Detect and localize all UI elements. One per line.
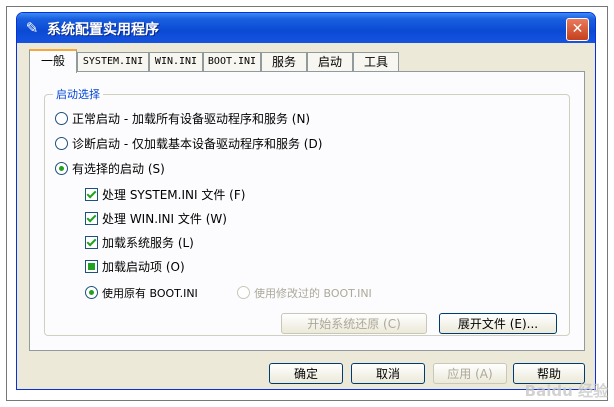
load-startup-items-checkbox[interactable]: 加载启动项 (O) [85,259,185,275]
load-services-label: 加载系统服务 (L) [102,236,194,250]
radio-indicator[interactable] [55,162,68,175]
process-system-ini-checkbox[interactable]: 处理 SYSTEM.INI 文件 (F) [85,187,245,203]
normal-startup-radio[interactable]: 正常启动 - 加载所有设备驱动程序和服务 (N) [55,111,310,127]
selective-startup-radio[interactable]: 有选择的启动 (S) [55,161,165,177]
tab-services[interactable]: 服务 [261,52,307,71]
expand-file-button[interactable]: 展开文件 (E)... [439,313,557,334]
group-label: 启动选择 [53,86,103,102]
tab-tools[interactable]: 工具 [353,52,399,71]
checkbox-indicator[interactable] [85,188,98,201]
tab-win-ini[interactable]: WIN.INI [149,52,203,71]
use-original-boot-ini-label: 使用原有 BOOT.INI [102,287,198,300]
selective-startup-label: 有选择的启动 (S) [72,162,165,176]
process-win-ini-checkbox[interactable]: 处理 WIN.INI 文件 (W) [85,211,227,227]
tab-system-ini[interactable]: SYSTEM.INI [77,52,149,71]
close-button[interactable]: ✕ [566,18,589,41]
use-original-boot-ini-radio[interactable]: 使用原有 BOOT.INI [85,285,198,301]
ok-button[interactable]: 确定 [269,363,343,384]
diagnostic-startup-label: 诊断启动 - 仅加载基本设备驱动程序和服务 (D) [72,137,323,151]
tab-boot-ini[interactable]: BOOT.INI [203,52,261,71]
cancel-button[interactable]: 取消 [351,363,425,384]
watermark: Baidu 经验 [524,382,608,400]
launch-system-restore-button: 开始系统还原 (C) [281,313,427,334]
radio-indicator[interactable] [85,286,98,299]
apply-button: 应用 (A) [433,363,507,384]
use-modified-boot-ini-radio: 使用修改过的 BOOT.INI [237,285,372,301]
general-tab-panel: 启动选择 正常启动 - 加载所有设备驱动程序和服务 (N) 诊断启动 - 仅加载… [29,71,585,351]
radio-indicator [237,286,250,299]
checkbox-indicator[interactable] [85,260,98,273]
process-win-ini-label: 处理 WIN.INI 文件 (W) [102,212,227,226]
process-system-ini-label: 处理 SYSTEM.INI 文件 (F) [102,188,246,202]
checkbox-indicator[interactable] [85,236,98,249]
load-services-checkbox[interactable]: 加载系统服务 (L) [85,235,194,251]
load-startup-items-label: 加载启动项 (O) [102,260,185,274]
radio-indicator[interactable] [55,137,68,150]
startup-selection-group: 启动选择 正常启动 - 加载所有设备驱动程序和服务 (N) 诊断启动 - 仅加载… [44,86,570,336]
tab-general[interactable]: 一般 [29,49,77,73]
checkbox-indicator[interactable] [85,212,98,225]
title-bar[interactable]: ✎ 系统配置实用程序 ✕ [17,13,595,43]
msconfig-window: ✎ 系统配置实用程序 ✕ 一般 SYSTEM.INI WIN.INI BOOT.… [16,12,596,390]
normal-startup-label: 正常启动 - 加载所有设备驱动程序和服务 (N) [72,112,311,126]
use-modified-boot-ini-label: 使用修改过的 BOOT.INI [254,287,372,300]
radio-indicator[interactable] [55,112,68,125]
tab-startup[interactable]: 启动 [307,52,353,71]
msconfig-icon: ✎ [25,19,39,37]
window-title: 系统配置实用程序 [47,22,159,38]
diagnostic-startup-radio[interactable]: 诊断启动 - 仅加载基本设备驱动程序和服务 (D) [55,136,322,152]
